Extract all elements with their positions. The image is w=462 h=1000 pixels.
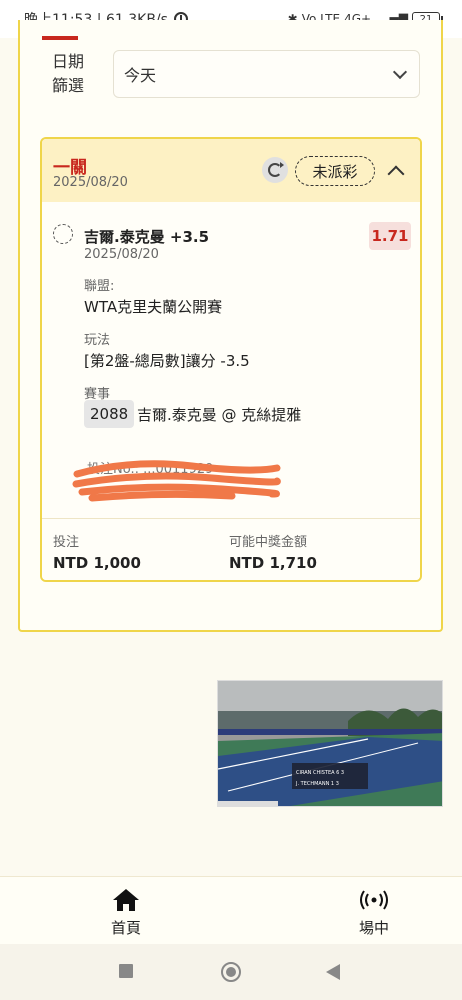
bet-footer: 投注 NTD 1,000 可能中獎金額 NTD 1,710 bbox=[42, 518, 420, 580]
league-value: WTA克里夫蘭公開賽 bbox=[84, 298, 223, 316]
date-filter-select[interactable]: 今天 bbox=[113, 50, 420, 98]
selection-date: 2025/08/20 bbox=[84, 247, 159, 262]
selection-radio[interactable] bbox=[53, 224, 73, 244]
redaction-scribble bbox=[72, 460, 281, 502]
bet-body: 吉爾.泰克曼 +3.5 2025/08/20 1.71 聯盟: WTA克里夫蘭公… bbox=[42, 202, 420, 518]
chevron-up-icon bbox=[387, 165, 405, 183]
league-label: 聯盟: bbox=[84, 279, 115, 294]
date-filter: 日期篩選 bbox=[52, 50, 92, 98]
system-nav-bar bbox=[0, 944, 462, 1000]
nav-venue[interactable]: 場中 bbox=[334, 887, 414, 938]
nav-home-label: 首頁 bbox=[110, 919, 141, 937]
nav-venue-label: 場中 bbox=[358, 919, 389, 937]
stake-col: 投注 NTD 1,000 bbox=[53, 531, 141, 572]
odds-badge: 1.71 bbox=[369, 222, 411, 250]
home-button-icon[interactable] bbox=[221, 962, 241, 982]
payout-value: NTD 1,710 bbox=[229, 554, 317, 572]
bet-date: 2025/08/20 bbox=[53, 175, 128, 190]
bet-header[interactable]: 一關 2025/08/20 未派彩 bbox=[42, 139, 420, 202]
back-icon[interactable] bbox=[326, 964, 340, 980]
payout-col: 可能中獎金額 NTD 1,710 bbox=[229, 531, 317, 572]
scoreboard-line-1: CIRAN CHISTEA 6 3 bbox=[296, 770, 344, 776]
active-tab-indicator bbox=[42, 36, 78, 40]
selection-name: 吉爾.泰克曼 +3.5 bbox=[84, 228, 210, 246]
payout-label: 可能中獎金額 bbox=[229, 535, 308, 550]
event-name: 吉爾.泰克曼 @ 克絲提雅 bbox=[137, 406, 302, 424]
chevron-down-icon bbox=[392, 64, 408, 79]
status-badge: 未派彩 bbox=[295, 156, 375, 186]
live-video-player[interactable]: CIRAN CHISTEA 6 3 J. TECHMANN 1 3 bbox=[217, 680, 443, 807]
market-value: [第2盤-總局數]讓分 -3.5 bbox=[84, 352, 250, 370]
date-filter-label: 日期篩選 bbox=[52, 52, 85, 95]
broadcast-icon bbox=[360, 890, 388, 910]
scoreboard-line-2: J. TECHMANN 1 3 bbox=[295, 781, 339, 787]
recent-apps-icon[interactable] bbox=[119, 964, 133, 978]
stake-value: NTD 1,000 bbox=[53, 554, 141, 572]
bottom-nav: 首頁 場中 bbox=[0, 876, 462, 944]
collapse-button[interactable] bbox=[384, 159, 408, 183]
video-frame: CIRAN CHISTEA 6 3 J. TECHMANN 1 3 bbox=[218, 681, 442, 806]
refresh-icon bbox=[268, 162, 284, 177]
bet-card: 一關 2025/08/20 未派彩 吉爾.泰克曼 +3.5 2025/08/20… bbox=[40, 137, 422, 582]
date-filter-value: 今天 bbox=[124, 66, 157, 85]
home-icon bbox=[113, 889, 139, 911]
market-label: 玩法 bbox=[84, 333, 111, 348]
event-code: 2088 bbox=[84, 400, 135, 428]
refresh-button[interactable] bbox=[262, 157, 288, 183]
nav-home[interactable]: 首頁 bbox=[86, 887, 166, 938]
stake-label: 投注 bbox=[53, 535, 80, 550]
